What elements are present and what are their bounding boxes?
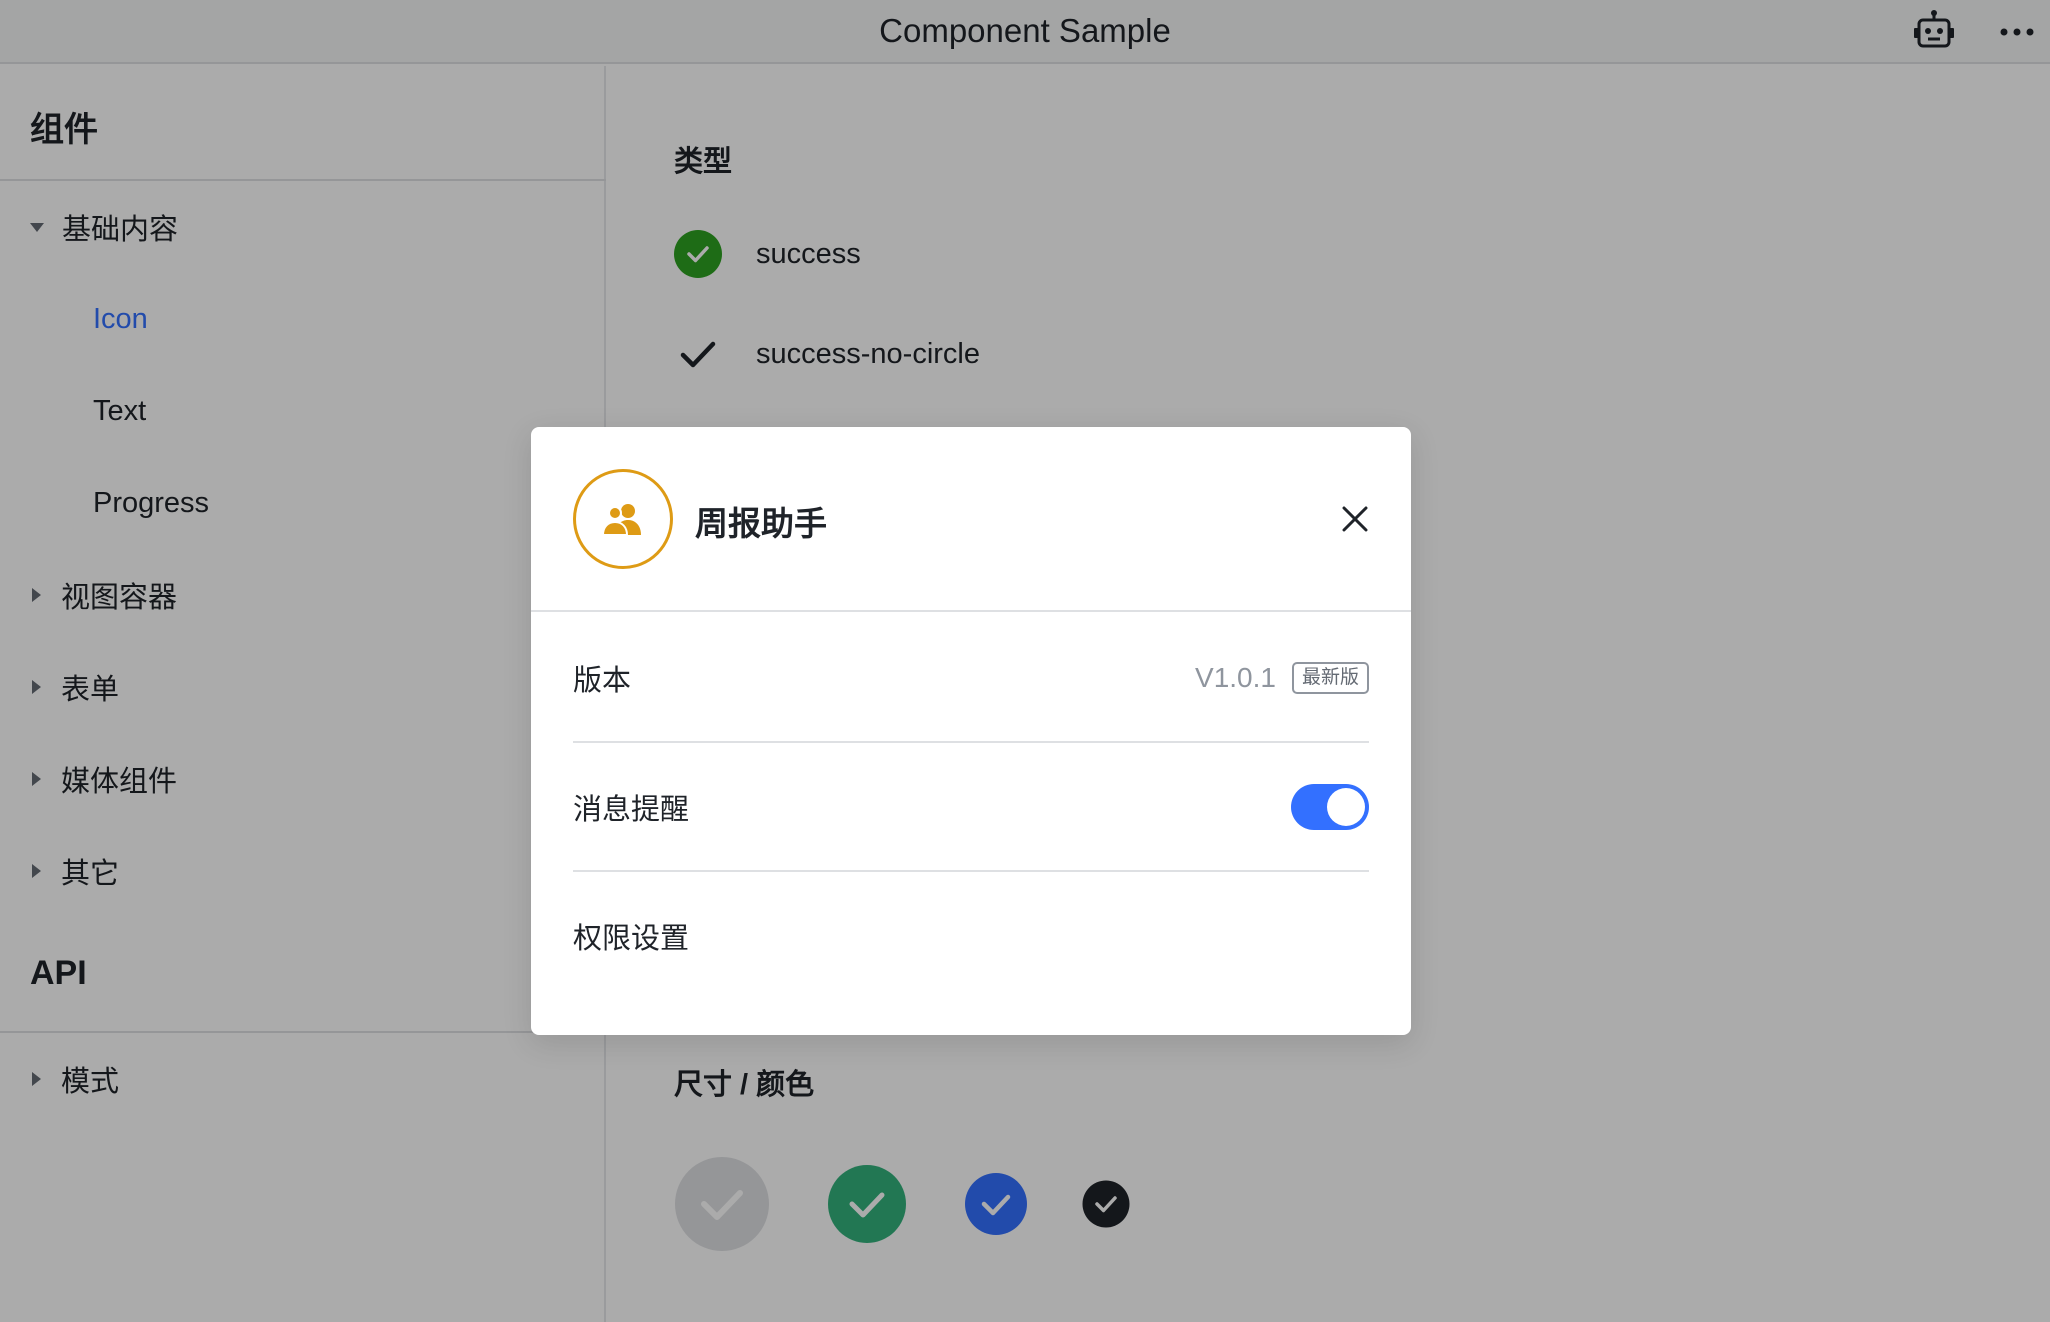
modal-title: 周报助手 (695, 505, 827, 542)
version-value: V1.0.1 (1195, 661, 1276, 693)
app-window: Component Sample 组件 基础内容 Icon Text Progr… (0, 0, 2050, 1322)
version-row: 版本 V1.0.1 最新版 (573, 614, 1369, 741)
bot-info-modal: 周报助手 版本 V1.0.1 最新版 消息提醒 权限设置 (531, 427, 1411, 1035)
permission-settings-label: 权限设置 (573, 922, 690, 955)
version-info: V1.0.1 最新版 (1195, 661, 1369, 694)
permission-settings-row[interactable]: 权限设置 (573, 872, 1369, 999)
users-icon (601, 504, 641, 536)
modal-header: 周报助手 (531, 427, 1411, 612)
notification-toggle[interactable] (1291, 783, 1369, 830)
notification-label: 消息提醒 (573, 793, 690, 826)
close-icon[interactable] (1339, 503, 1371, 535)
toggle-knob (1327, 787, 1365, 826)
notification-row: 消息提醒 (573, 743, 1369, 870)
version-label: 版本 (573, 664, 632, 697)
avatar (573, 469, 673, 569)
latest-version-badge: 最新版 (1291, 661, 1369, 694)
